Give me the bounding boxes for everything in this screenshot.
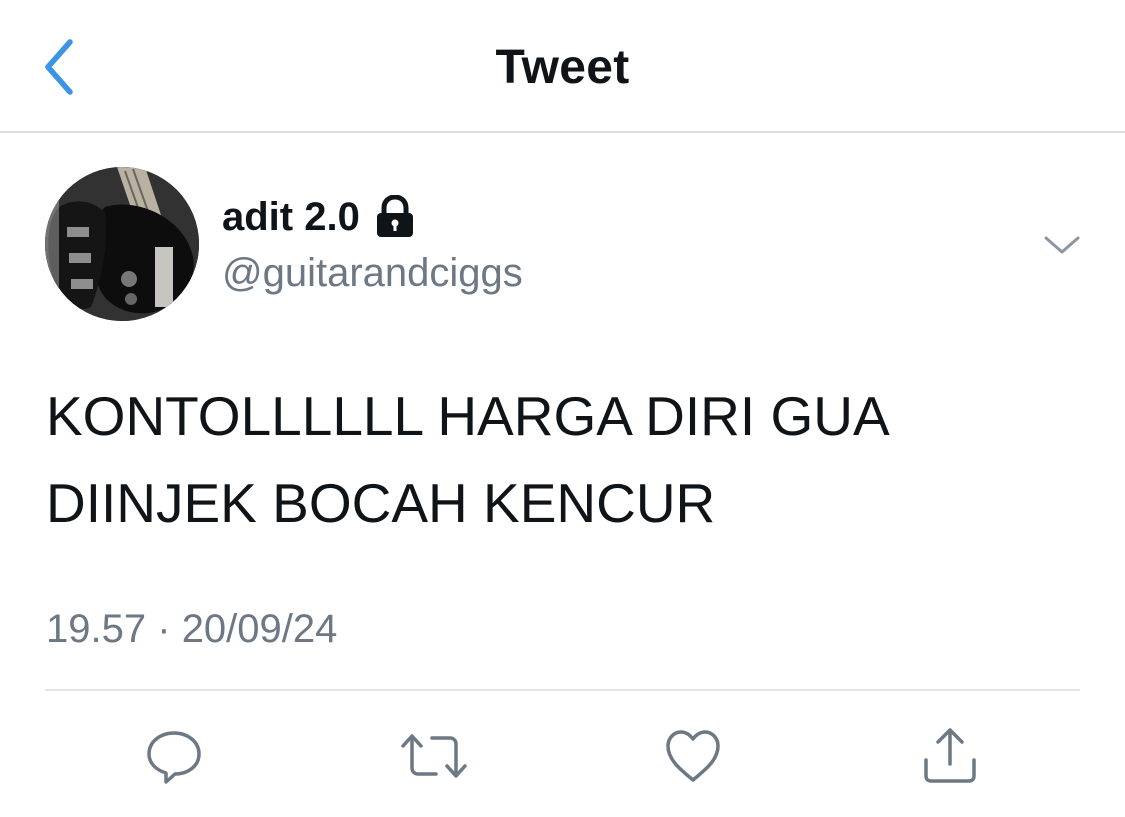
share-button[interactable] bbox=[920, 726, 980, 786]
like-button[interactable] bbox=[663, 726, 723, 786]
display-name[interactable]: adit 2.0 bbox=[222, 193, 360, 241]
page-title: Tweet bbox=[495, 41, 630, 94]
more-options-button[interactable] bbox=[1038, 226, 1086, 266]
tweet-date: 20/09/24 bbox=[181, 607, 338, 651]
tweet-time: 19.57 bbox=[46, 607, 147, 651]
tweet-text-line: KONTOLLLLLL HARGA DIRI GUA bbox=[46, 385, 890, 447]
avatar-image bbox=[45, 167, 199, 321]
heart-icon bbox=[666, 730, 720, 782]
tweet-detail-screen: Tweet adit 2.0 @guitarandciggs KONTOLLLL… bbox=[0, 0, 1125, 817]
reply-button[interactable] bbox=[144, 726, 204, 786]
share-icon bbox=[924, 728, 976, 783]
avatar[interactable] bbox=[45, 167, 199, 321]
reply-icon bbox=[147, 731, 201, 784]
meta-separator: · bbox=[157, 607, 171, 651]
tweet-timestamp: 19.57 · 20/09/24 bbox=[46, 603, 337, 655]
navbar-divider bbox=[0, 131, 1125, 133]
author-name-row: adit 2.0 bbox=[222, 193, 416, 241]
meta-divider bbox=[45, 689, 1080, 691]
tweet-text: KONTOLLLLLL HARGA DIRI GUA DIINJEK BOCAH… bbox=[46, 373, 1086, 547]
chevron-down-icon bbox=[1044, 236, 1080, 254]
retweet-button[interactable] bbox=[400, 726, 467, 786]
tweet-text-line: DIINJEK BOCAH KENCUR bbox=[46, 472, 716, 534]
navigation-bar: Tweet bbox=[0, 0, 1125, 133]
user-handle[interactable]: @guitarandciggs bbox=[222, 248, 523, 298]
lock-icon bbox=[374, 194, 416, 239]
retweet-icon bbox=[401, 734, 467, 778]
